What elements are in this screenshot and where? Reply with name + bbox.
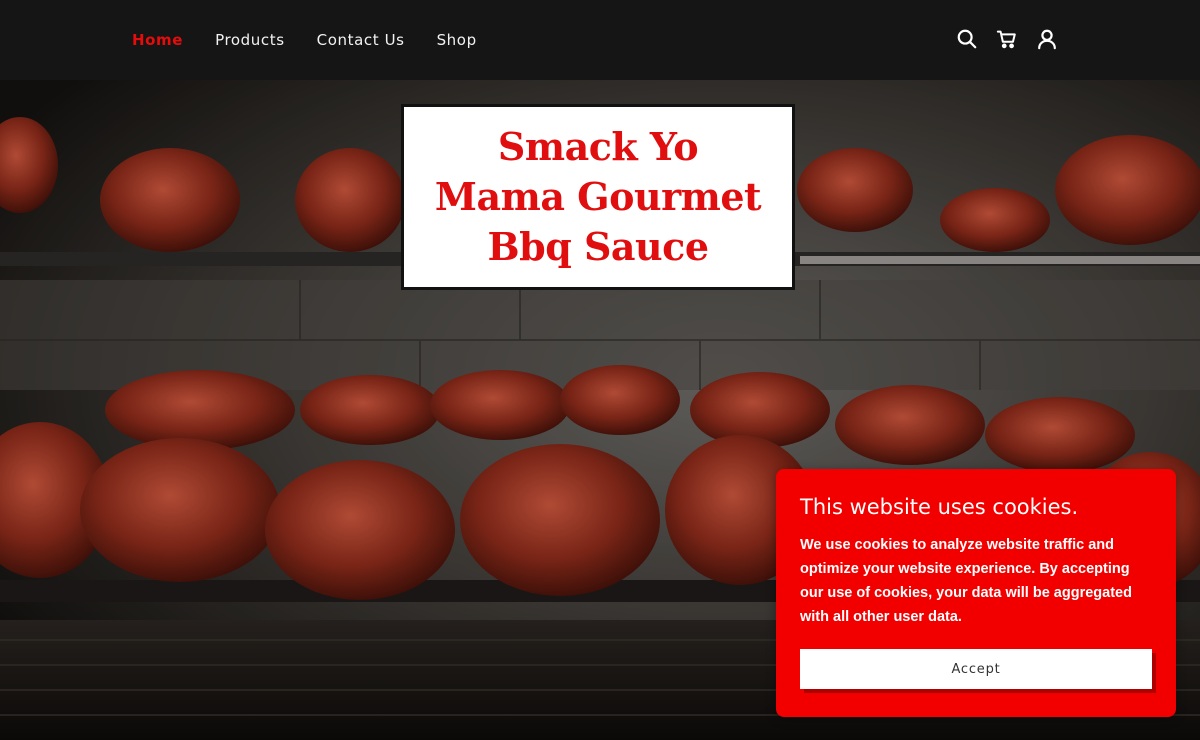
hero-title: Smack Yo Mama Gourmet Bbq Sauce	[434, 124, 762, 269]
cart-icon[interactable]	[996, 28, 1018, 50]
cookie-title: This website uses cookies.	[800, 495, 1079, 519]
account-icon[interactable]	[1036, 28, 1058, 50]
search-icon[interactable]	[956, 28, 978, 50]
nav-contact-us-link[interactable]: Contact Us	[317, 31, 405, 49]
main-nav: Home Products Contact Us Shop	[132, 0, 509, 80]
accept-cookies-button[interactable]: Accept	[800, 649, 1152, 689]
nav-products-link[interactable]: Products	[215, 31, 285, 49]
header-icons	[956, 28, 1058, 50]
nav-home-link[interactable]: Home	[132, 31, 183, 49]
cookie-banner: This website uses cookies. We use cookie…	[776, 469, 1176, 717]
hero-title-box: Smack Yo Mama Gourmet Bbq Sauce	[401, 104, 795, 290]
nav-shop-link[interactable]: Shop	[437, 31, 477, 49]
cookie-body: We use cookies to analyze website traffi…	[800, 537, 1132, 625]
site-header: Home Products Contact Us Shop	[0, 0, 1200, 80]
